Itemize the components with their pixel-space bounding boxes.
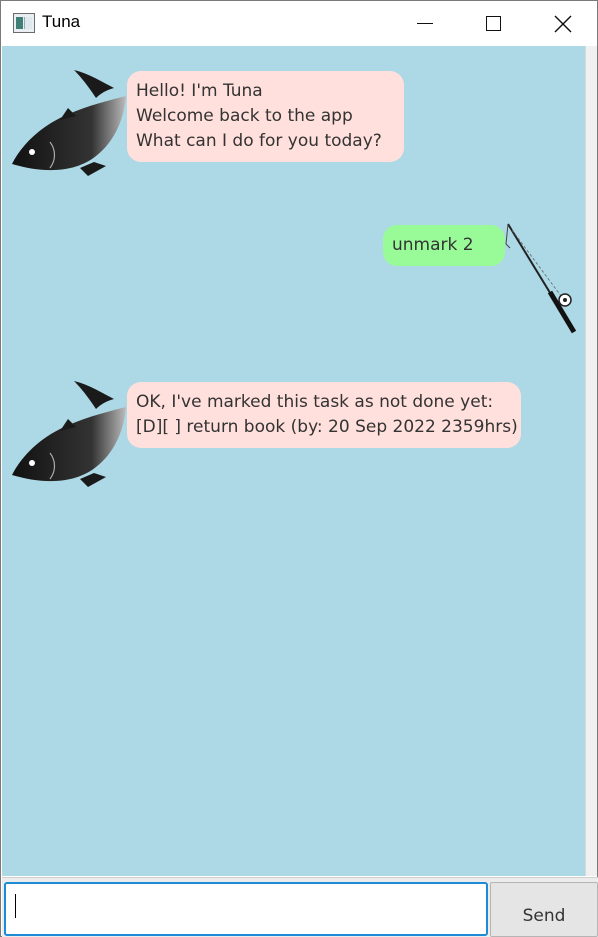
message-line: OK, I've marked this task as not done ye…	[136, 392, 494, 412]
minimize-button[interactable]	[390, 1, 460, 46]
message-line: Hello! I'm Tuna	[136, 81, 263, 101]
fishing-rod-icon	[505, 223, 577, 334]
maximize-button[interactable]	[458, 1, 528, 46]
close-icon	[554, 15, 572, 32]
text-caret	[15, 894, 16, 918]
user-message-bubble: unmark 2	[383, 225, 505, 266]
send-button[interactable]: Send	[490, 882, 598, 937]
close-button[interactable]	[528, 1, 598, 46]
message-line: [D][ ] return book (by: 20 Sep 2022 2359…	[136, 417, 518, 437]
fish-icon	[12, 381, 126, 487]
message-line: Welcome back to the app	[136, 106, 353, 126]
bot-message-bubble: Hello! I'm Tuna Welcome back to the app …	[127, 71, 404, 162]
title-bar: Tuna	[1, 1, 597, 46]
app-window: Tuna Hello! I'm Tuna Welcome back to the…	[0, 0, 598, 937]
input-bar: Send	[2, 877, 598, 937]
scrollbar[interactable]	[585, 46, 597, 876]
message-line: What can I do for you today?	[136, 131, 382, 151]
message-line: unmark 2	[392, 235, 474, 255]
dialog-container[interactable]: Hello! I'm Tuna Welcome back to the app …	[2, 46, 585, 876]
maximize-icon	[485, 16, 501, 31]
window-title: Tuna	[42, 12, 81, 31]
minimize-icon	[417, 23, 433, 24]
bot-message-bubble: OK, I've marked this task as not done ye…	[127, 382, 521, 448]
app-icon	[13, 13, 35, 33]
message-input[interactable]	[4, 882, 488, 936]
fish-icon	[12, 70, 126, 176]
